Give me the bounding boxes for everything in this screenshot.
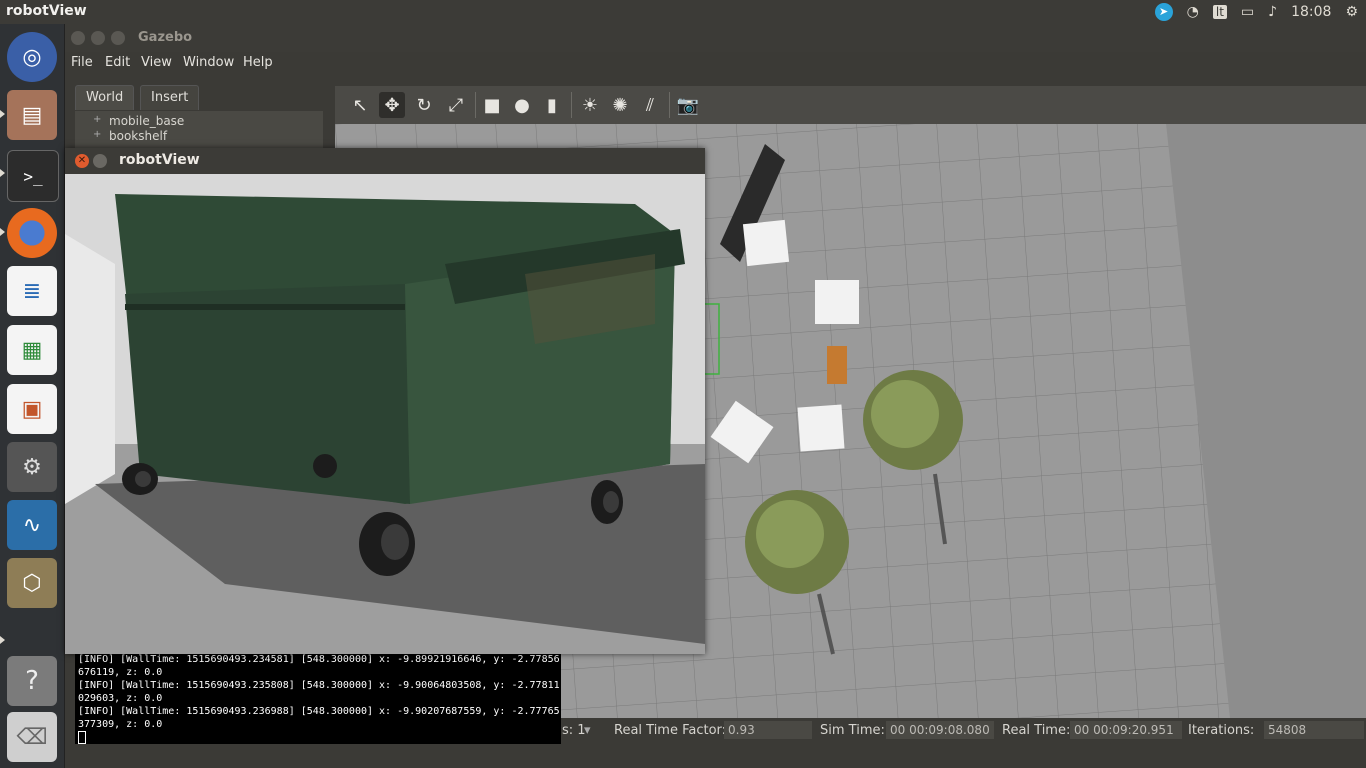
wifi-icon[interactable]: ◔ [1187, 4, 1199, 20]
iterations-label: Iterations: [1188, 723, 1255, 738]
running-indicator [0, 636, 5, 644]
keyboard-layout-indicator[interactable]: lt [1212, 5, 1227, 19]
running-indicator [0, 228, 5, 236]
robotview-title: robotView [119, 152, 200, 168]
settings-gear-icon[interactable]: ⚙ [1345, 4, 1358, 20]
tab-world[interactable]: World [75, 85, 135, 110]
firefox-icon[interactable] [7, 208, 57, 258]
sim-time-label: Sim Time: [820, 723, 885, 738]
terminal-line: [INFO] [WallTime: 1515690493.236988] [54… [78, 706, 560, 717]
real-time-value: 00 00:09:20.951 [1070, 721, 1182, 739]
close-button[interactable] [71, 31, 85, 45]
terminal-icon[interactable]: >_ [7, 150, 59, 202]
dumpster-wheel [359, 512, 415, 576]
screenshot-camera-icon[interactable]: 📷 [675, 92, 701, 118]
rotate-mode-icon[interactable]: ↻ [411, 92, 437, 118]
terminal-line: [INFO] [WallTime: 1515690493.234581] [54… [78, 654, 560, 665]
expand-icon[interactable]: + [93, 129, 101, 140]
menu-help[interactable]: Help [243, 55, 273, 70]
dumpster-wheel [122, 463, 158, 495]
white-box [742, 219, 790, 267]
scene-toolbar: ↖ ✥ ↻ ⤢ ■ ● ▮ ☀ ✺ ⫽ 📷 [335, 86, 1366, 124]
steps-dropdown-icon[interactable]: ▾ [584, 723, 591, 738]
translate-mode-icon[interactable]: ✥ [379, 92, 405, 118]
tree-item[interactable]: + mobile_base [93, 114, 184, 128]
calc-icon[interactable]: ▦ [7, 325, 57, 375]
sim-time-value: 00 00:09:08.080 [886, 721, 994, 739]
system-monitor-icon[interactable]: ∿ [7, 500, 57, 550]
menu-bar: File Edit View Window Help [65, 52, 1366, 74]
menu-edit[interactable]: Edit [105, 55, 130, 70]
dumpster-wheel [591, 480, 623, 524]
terminal-output[interactable]: [INFO] [WallTime: 1515690493.234581] [54… [75, 650, 561, 744]
tree-item[interactable]: + bookshelf [93, 129, 167, 143]
status-bar: s: 1 ▾ Real Time Factor: 0.93 Sim Time: … [560, 718, 1366, 744]
telegram-icon[interactable]: ➤ [1154, 3, 1173, 21]
running-indicator [0, 169, 5, 177]
sphere-shape-icon[interactable]: ● [509, 92, 535, 118]
help-icon[interactable]: ? [7, 656, 57, 706]
real-time-label: Real Time: [1002, 723, 1071, 738]
files-icon[interactable]: ▤ [7, 90, 57, 140]
robotview-window: ✕ robotView [65, 148, 705, 654]
gazebo-titlebar: Gazebo [65, 24, 1366, 52]
terminal-line: [INFO] [WallTime: 1515690493.235808] [54… [78, 680, 560, 691]
impress-icon[interactable]: ▣ [7, 384, 57, 434]
dash-home-icon[interactable]: ◎ [7, 32, 57, 82]
directional-light-icon[interactable]: ⫽ [637, 92, 663, 118]
tab-insert[interactable]: Insert [140, 85, 200, 110]
white-box [797, 404, 845, 452]
launcher: ◎ ▤ >_ ≣ ▦ ▣ ⚙ ∿ ⬡ ? ⌫ [0, 24, 65, 768]
select-mode-icon[interactable]: ↖ [347, 92, 373, 118]
real-time-factor-value: 0.93 [724, 721, 812, 739]
point-light-icon[interactable]: ☀ [577, 92, 603, 118]
trash-icon[interactable]: ⌫ [7, 712, 57, 762]
toolbar-separator [669, 92, 670, 118]
maximize-button[interactable] [111, 31, 125, 45]
minimize-button[interactable] [93, 154, 107, 168]
minimize-button[interactable] [91, 31, 105, 45]
spot-light-icon[interactable]: ✺ [607, 92, 633, 118]
terminal-line: 029603, z: 0.0 [78, 693, 163, 704]
terminal-line: 377309, z: 0.0 [78, 719, 163, 730]
menu-file[interactable]: File [71, 55, 93, 70]
toolbar-separator [571, 92, 572, 118]
cylinder-shape-icon[interactable]: ▮ [539, 92, 565, 118]
scale-mode-icon[interactable]: ⤢ [443, 92, 469, 118]
camera-view [65, 174, 705, 654]
installer-icon[interactable]: ⬡ [7, 558, 57, 608]
iterations-value: 54808 [1264, 721, 1364, 739]
dumpster-wheel [313, 454, 337, 478]
real-time-factor-label: Real Time Factor: [614, 723, 727, 738]
system-tray: ➤ ◔ lt ▭ ♪ 18:08 ⚙ [1154, 0, 1366, 24]
battery-icon[interactable]: ▭ [1241, 4, 1254, 20]
expand-icon[interactable]: + [93, 114, 101, 125]
terminal-line: 676119, z: 0.0 [78, 667, 163, 678]
volume-icon[interactable]: ♪ [1268, 4, 1277, 20]
box-shape-icon[interactable]: ■ [479, 92, 505, 118]
clock[interactable]: 18:08 [1291, 4, 1331, 20]
world-tree: + mobile_base + bookshelf [75, 111, 323, 151]
system-settings-icon[interactable]: ⚙ [7, 442, 57, 492]
orange-can [827, 346, 847, 384]
robotview-titlebar: ✕ robotView [65, 148, 705, 174]
camera-render [65, 174, 705, 654]
close-button[interactable]: ✕ [75, 154, 89, 168]
toolbar-separator [475, 92, 476, 118]
running-indicator [0, 110, 5, 118]
terminal-cursor [78, 731, 86, 744]
white-box [815, 280, 859, 324]
menu-window[interactable]: Window [183, 55, 234, 70]
steps-label: s: 1 [562, 723, 586, 738]
window-title: Gazebo [138, 30, 193, 45]
writer-icon[interactable]: ≣ [7, 266, 57, 316]
active-app-title: robotView [6, 3, 87, 19]
top-panel: robotView ➤ ◔ lt ▭ ♪ 18:08 ⚙ [0, 0, 1366, 24]
menu-view[interactable]: View [141, 55, 172, 70]
